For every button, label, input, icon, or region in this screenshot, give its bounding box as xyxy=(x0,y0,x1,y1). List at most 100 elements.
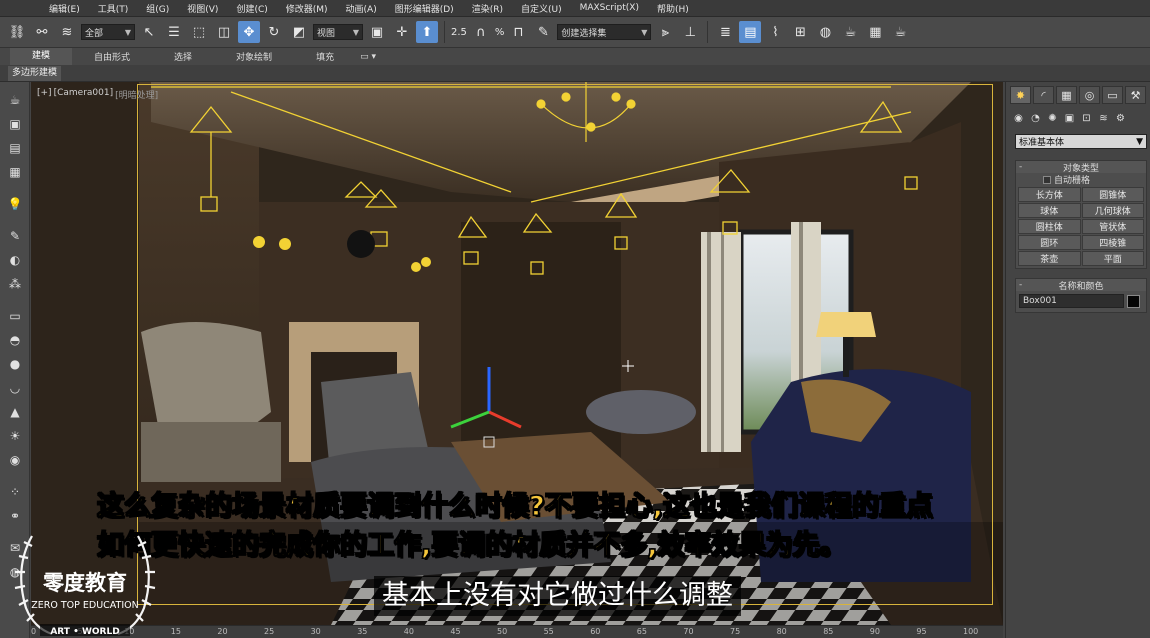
teapot-icon[interactable]: ☕ xyxy=(4,90,26,110)
space-warps-icon[interactable]: ≋ xyxy=(1095,110,1112,127)
menu-customize[interactable]: 自定义(U) xyxy=(512,2,571,15)
keyboard-shortcut-override-icon[interactable]: ⬆ xyxy=(416,21,438,43)
menu-rendering[interactable]: 渲染(R) xyxy=(463,2,512,15)
menu-animation[interactable]: 动画(A) xyxy=(337,2,386,15)
sun-icon[interactable]: ☀ xyxy=(4,426,26,446)
geometry-icon[interactable]: ◉ xyxy=(1010,110,1027,127)
half-sphere-icon[interactable]: ◐ xyxy=(4,250,26,270)
disc-icon[interactable]: ◉ xyxy=(4,450,26,470)
viewport-menu-label[interactable]: [+] xyxy=(37,88,52,101)
menu-modifiers[interactable]: 修改器(M) xyxy=(277,2,337,15)
create-tab-icon[interactable]: ✸ xyxy=(1010,86,1031,104)
utilities-tab-icon[interactable]: ⚒ xyxy=(1125,86,1146,104)
snap-toggle-label[interactable]: 2.5 xyxy=(451,27,467,38)
rotate-icon[interactable]: ↻ xyxy=(263,21,285,43)
shapes-icon[interactable]: ◔ xyxy=(1027,110,1044,127)
scale-icon[interactable]: ◩ xyxy=(288,21,310,43)
menu-graph-editors[interactable]: 图形编辑器(D) xyxy=(386,2,463,15)
named-selection-dropdown[interactable]: 创建选择集 ▼ xyxy=(557,24,652,40)
light-bulb-icon[interactable]: 💡 xyxy=(4,194,26,214)
polygon-modeling-tab[interactable]: 多边形建模 xyxy=(8,66,62,81)
rect-selection-icon[interactable]: ⬚ xyxy=(188,21,210,43)
ribbon-tab-populate[interactable]: 填充 xyxy=(294,50,356,63)
box-button[interactable]: 长方体 xyxy=(1018,187,1081,202)
align-icon[interactable]: ⊥ xyxy=(679,21,701,43)
molecule-icon[interactable]: ⚭ xyxy=(4,506,26,526)
layer-manager-icon[interactable]: ≣ xyxy=(714,21,736,43)
tube-button[interactable]: 管状体 xyxy=(1081,219,1144,234)
spinner-snap-icon[interactable]: ⊓ xyxy=(507,21,529,43)
sphere-icon[interactable]: ● xyxy=(4,354,26,374)
torus-button[interactable]: 圆环 xyxy=(1018,235,1081,250)
brush-icon[interactable]: ✎ xyxy=(4,226,26,246)
menu-edit[interactable]: 编辑(E) xyxy=(40,2,89,15)
render-setup-icon[interactable]: ☕ xyxy=(839,21,861,43)
menu-help[interactable]: 帮助(H) xyxy=(648,2,698,15)
list-icon[interactable]: ▤ xyxy=(4,138,26,158)
cone-button[interactable]: 圆锥体 xyxy=(1081,187,1144,202)
lights-icon[interactable]: ✺ xyxy=(1044,110,1061,127)
schematic-view-icon[interactable]: ⊞ xyxy=(789,21,811,43)
select-object-icon[interactable]: ↖ xyxy=(138,21,160,43)
unlink-icon[interactable]: ⚯ xyxy=(31,21,53,43)
name-color-header[interactable]: - 名称和颜色 xyxy=(1016,279,1146,292)
cylinder-button[interactable]: 圆柱体 xyxy=(1018,219,1081,234)
plane-button[interactable]: 平面 xyxy=(1081,251,1144,266)
display-tab-icon[interactable]: ▭ xyxy=(1102,86,1123,104)
menu-tools[interactable]: 工具(T) xyxy=(89,2,138,15)
percent-snap-label[interactable]: % xyxy=(495,27,505,38)
menu-create[interactable]: 创建(C) xyxy=(227,2,276,15)
object-color-swatch[interactable] xyxy=(1127,294,1140,308)
cone-icon[interactable]: ▲ xyxy=(4,402,26,422)
motion-tab-icon[interactable]: ◎ xyxy=(1079,86,1100,104)
move-icon[interactable]: ✥ xyxy=(238,21,260,43)
box-icon[interactable]: ▭ xyxy=(4,306,26,326)
object-type-header[interactable]: - 对象类型 xyxy=(1016,161,1146,174)
geosphere-button[interactable]: 几何球体 xyxy=(1081,203,1144,218)
menu-group[interactable]: 组(G) xyxy=(137,2,178,15)
pivot-center-icon[interactable]: ▣ xyxy=(366,21,388,43)
autogrid-row[interactable]: 自动栅格 xyxy=(1016,173,1146,186)
window-crossing-icon[interactable]: ◫ xyxy=(213,21,235,43)
ribbon-tab-selection[interactable]: 选择 xyxy=(152,50,214,63)
render-production-icon[interactable]: ☕ xyxy=(889,21,911,43)
link-icon[interactable]: ⛓ xyxy=(6,21,28,43)
render-frame-icon[interactable]: ▣ xyxy=(4,114,26,134)
menu-views[interactable]: 视图(V) xyxy=(178,2,227,15)
bind-space-warp-icon[interactable]: ≋ xyxy=(56,21,78,43)
particles-icon[interactable]: ⁂ xyxy=(4,274,26,294)
sphere-button[interactable]: 球体 xyxy=(1018,203,1081,218)
object-name-field[interactable]: Box001 xyxy=(1019,294,1124,308)
scene-explorer-icon[interactable]: ▤ xyxy=(739,21,762,43)
systems-icon[interactable]: ⚙ xyxy=(1112,110,1129,127)
select-manipulate-icon[interactable]: ✛ xyxy=(391,21,413,43)
angle-snap-icon[interactable]: ∩ xyxy=(470,21,492,43)
viewport-label[interactable]: [+] [Camera001] [明暗处理] xyxy=(37,88,158,101)
helpers-icon[interactable]: ⊡ xyxy=(1078,110,1095,127)
mirror-icon[interactable]: ⫸ xyxy=(654,21,676,43)
viewport-camera-label[interactable]: [Camera001] xyxy=(54,88,114,101)
ribbon-options-icon[interactable]: ▭ ▾ xyxy=(360,52,376,62)
pyramid-button[interactable]: 四棱锥 xyxy=(1081,235,1144,250)
select-by-name-icon[interactable]: ☰ xyxy=(163,21,185,43)
ribbon-tab-freeform[interactable]: 自由形式 xyxy=(72,50,152,63)
autogrid-checkbox[interactable] xyxy=(1043,175,1051,184)
timeline-ruler[interactable]: 0510152025303540455055606570758085909510… xyxy=(31,625,1003,638)
selection-filter-dropdown[interactable]: 全部 ▼ xyxy=(81,24,135,40)
curve-editor-icon[interactable]: ⌇ xyxy=(764,21,786,43)
dome-icon[interactable]: ◓ xyxy=(4,330,26,350)
dots-icon[interactable]: ⁘ xyxy=(4,482,26,502)
ref-coord-dropdown[interactable]: 视图 ▼ xyxy=(313,24,363,40)
hierarchy-tab-icon[interactable]: ▦ xyxy=(1056,86,1077,104)
ribbon-tab-object-paint[interactable]: 对象绘制 xyxy=(214,50,294,63)
teapot-button[interactable]: 茶壶 xyxy=(1018,251,1081,266)
primitive-type-dropdown[interactable]: 标准基本体 ▼ xyxy=(1015,134,1147,149)
menu-maxscript[interactable]: MAXScript(X) xyxy=(571,3,648,13)
ribbon-tab-modeling[interactable]: 建模 xyxy=(10,48,73,65)
cameras-icon[interactable]: ▣ xyxy=(1061,110,1078,127)
bowl-icon[interactable]: ◡ xyxy=(4,378,26,398)
material-editor-icon[interactable]: ◍ xyxy=(814,21,836,43)
viewport-shading-label[interactable]: [明暗处理] xyxy=(115,88,158,101)
edit-named-selection-icon[interactable]: ✎ xyxy=(532,21,554,43)
modify-tab-icon[interactable]: ◜ xyxy=(1033,86,1054,104)
